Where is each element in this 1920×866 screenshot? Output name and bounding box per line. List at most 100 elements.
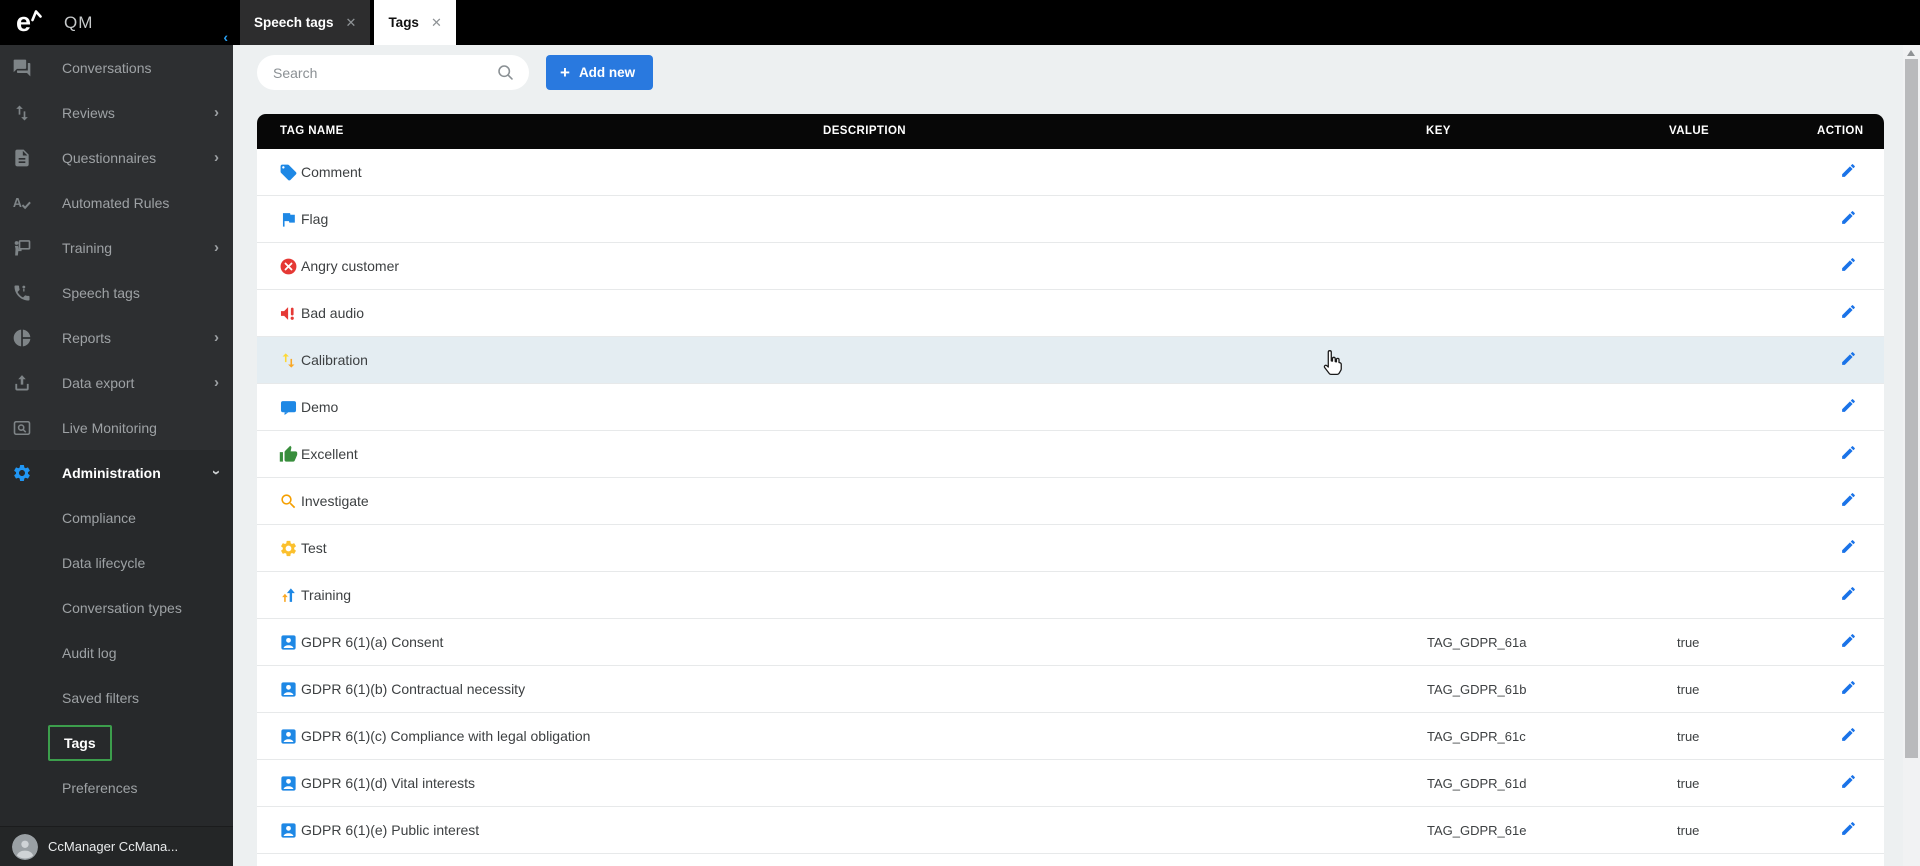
pencil-icon: [1840, 350, 1857, 372]
account-icon: [279, 774, 298, 793]
sidebar: e QM ‹ Conversations Reviews › Questionnair…: [0, 0, 233, 866]
table-row[interactable]: GDPR 6(1)(d) Vital interests TAG_GDPR_61d…: [257, 760, 1884, 807]
data-export-icon: [12, 373, 32, 393]
table-row[interactable]: Comment: [257, 149, 1884, 196]
chevron-right-icon: ›: [214, 329, 219, 346]
tab-bar: Speech tags ✕ Tags ✕: [233, 0, 1920, 45]
gear-amber-icon: [279, 539, 298, 558]
chevron-right-icon: ›: [214, 239, 219, 256]
close-tab-icon[interactable]: ✕: [346, 15, 357, 31]
edit-button[interactable]: [1833, 397, 1863, 419]
table-row[interactable]: GDPR 6(1)(c) Compliance with legal oblig…: [257, 713, 1884, 760]
table-row[interactable]: Bad audio: [257, 290, 1884, 337]
reports-icon: [12, 328, 32, 348]
chevron-right-icon: ›: [214, 374, 219, 391]
reviews-icon: [12, 103, 32, 123]
sidebar-item-administration[interactable]: Administration ›: [0, 450, 233, 495]
sidebar-item-preferences[interactable]: Preferences: [0, 765, 233, 810]
table-row[interactable]: Training: [257, 572, 1884, 619]
edit-button[interactable]: [1833, 726, 1863, 748]
live-monitoring-icon: [12, 418, 32, 438]
add-new-button[interactable]: + Add new: [546, 55, 654, 90]
sidebar-item-training[interactable]: Training ›: [0, 225, 233, 270]
edit-button[interactable]: [1833, 491, 1863, 513]
table-row[interactable]: Angry customer: [257, 243, 1884, 290]
edit-button[interactable]: [1833, 209, 1863, 231]
column-key: KEY: [1426, 125, 1451, 137]
scroll-up-icon[interactable]: [1907, 50, 1915, 56]
pencil-icon: [1840, 162, 1857, 184]
chevron-right-icon: ›: [214, 104, 219, 121]
plus-icon: +: [560, 63, 570, 82]
sidebar-item-speech-tags[interactable]: Speech tags: [0, 270, 233, 315]
sidebar-item-reports[interactable]: Reports ›: [0, 315, 233, 360]
table-row[interactable]: Test: [257, 525, 1884, 572]
column-description: DESCRIPTION: [823, 125, 906, 137]
tag-icon: [279, 163, 298, 182]
edit-button[interactable]: [1833, 632, 1863, 654]
pencil-icon: [1840, 679, 1857, 701]
edit-button[interactable]: [1833, 538, 1863, 560]
svg-text:A: A: [13, 195, 22, 209]
flag-icon: [279, 210, 298, 229]
arrows-up-icon: [279, 586, 298, 605]
sidebar-item-reviews[interactable]: Reviews ›: [0, 90, 233, 135]
demo-icon: [279, 398, 298, 417]
sidebar-item-automated-rules[interactable]: A Automated Rules: [0, 180, 233, 225]
table-row[interactable]: Demo: [257, 384, 1884, 431]
edit-button[interactable]: [1833, 820, 1863, 842]
edit-button[interactable]: [1833, 256, 1863, 278]
table-body: Comment Flag Angry customer Bad audio Calibr…: [257, 149, 1884, 854]
sidebar-item-audit-log[interactable]: Audit log: [0, 630, 233, 675]
edit-button[interactable]: [1833, 162, 1863, 184]
edit-button[interactable]: [1833, 679, 1863, 701]
sidebar-item-data-export[interactable]: Data export ›: [0, 360, 233, 405]
table-row[interactable]: Calibration: [257, 337, 1884, 384]
edit-button[interactable]: [1833, 350, 1863, 372]
sidebar-item-live-monitoring[interactable]: Live Monitoring: [0, 405, 233, 450]
table-row[interactable]: Flag: [257, 196, 1884, 243]
table-row[interactable]: Investigate: [257, 478, 1884, 525]
column-action: ACTION: [1817, 125, 1864, 137]
close-tab-icon[interactable]: ✕: [431, 15, 442, 31]
speech-tags-icon: [12, 283, 32, 303]
app-title: QM: [64, 12, 94, 32]
pencil-icon: [1840, 585, 1857, 607]
edit-button[interactable]: [1833, 585, 1863, 607]
pencil-icon: [1840, 773, 1857, 795]
pencil-icon: [1840, 256, 1857, 278]
automated-rules-icon: A: [12, 193, 32, 213]
edit-button[interactable]: [1833, 303, 1863, 325]
tab-speech-tags[interactable]: Speech tags ✕: [240, 0, 371, 45]
table-row-partial: [257, 854, 1884, 866]
pencil-icon: [1840, 726, 1857, 748]
table-row[interactable]: GDPR 6(1)(a) Consent TAG_GDPR_61a true: [257, 619, 1884, 666]
user-menu[interactable]: CcManager CcMana...: [0, 826, 233, 866]
sidebar-collapse-icon[interactable]: ‹: [223, 29, 228, 45]
thumbs-up-icon: [279, 445, 298, 464]
edit-button[interactable]: [1833, 773, 1863, 795]
table-row[interactable]: GDPR 6(1)(b) Contractual necessity TAG_GD…: [257, 666, 1884, 713]
table-row[interactable]: Excellent: [257, 431, 1884, 478]
table-row[interactable]: GDPR 6(1)(e) Public interest TAG_GDPR_61e…: [257, 807, 1884, 854]
pencil-icon: [1840, 820, 1857, 842]
scrollbar-thumb[interactable]: [1905, 59, 1918, 758]
pencil-icon: [1840, 538, 1857, 560]
main-area: Speech tags ✕ Tags ✕ + Add new TAG NAME …: [233, 0, 1920, 866]
sidebar-item-compliance[interactable]: Compliance: [0, 495, 233, 540]
column-value: VALUE: [1669, 125, 1710, 137]
sidebar-item-conversation-types[interactable]: Conversation types: [0, 585, 233, 630]
search-input[interactable]: [257, 55, 529, 90]
sidebar-item-data-lifecycle[interactable]: Data lifecycle: [0, 540, 233, 585]
sidebar-item-questionnaires[interactable]: Questionnaires ›: [0, 135, 233, 180]
pencil-icon: [1840, 444, 1857, 466]
sidebar-item-saved-filters[interactable]: Saved filters: [0, 675, 233, 720]
magnifier-orange-icon: [279, 492, 298, 511]
user-name: CcManager CcMana...: [48, 839, 179, 854]
vertical-scrollbar[interactable]: [1903, 45, 1920, 866]
tab-tags[interactable]: Tags ✕: [374, 0, 456, 45]
sidebar-item-conversations[interactable]: Conversations: [0, 45, 233, 90]
edit-button[interactable]: [1833, 444, 1863, 466]
sidebar-item-tags[interactable]: Tags: [0, 720, 233, 765]
search-icon: [496, 63, 515, 87]
